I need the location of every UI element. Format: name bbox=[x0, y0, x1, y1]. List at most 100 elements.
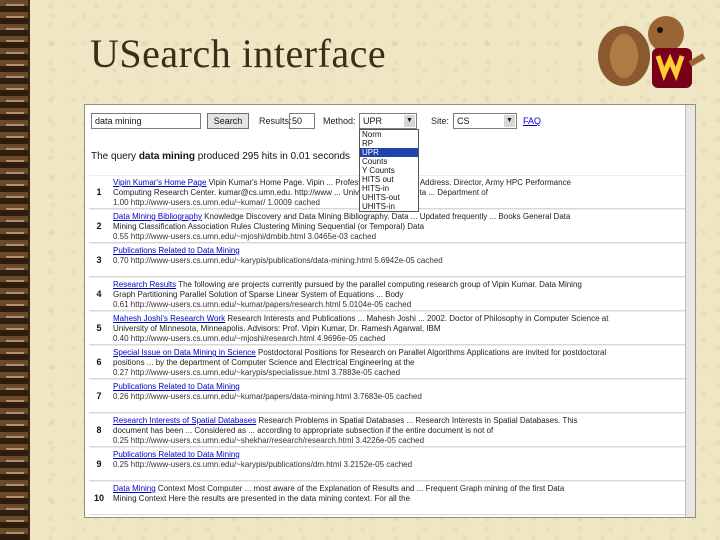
result-body: Mahesh Joshi's Research Work Research In… bbox=[113, 314, 679, 344]
result-row: 2 Data Mining Bibliography Knowledge Disc… bbox=[89, 209, 685, 243]
result-body: Research Interests of Spatial Databases … bbox=[113, 416, 679, 446]
result-number: 10 bbox=[93, 493, 104, 503]
results-summary: The query data mining produced 295 hits … bbox=[91, 151, 350, 162]
query-input[interactable]: data mining bbox=[91, 113, 201, 129]
result-snippet: Research Interests and Publications ... … bbox=[227, 314, 609, 323]
result-line-1: Research Results The following are proje… bbox=[113, 280, 679, 290]
result-title-link[interactable]: Mahesh Joshi's Research Work bbox=[113, 314, 225, 323]
method-option-selected[interactable]: UPR bbox=[360, 148, 418, 157]
method-option[interactable]: UHITS-out bbox=[360, 193, 418, 202]
results-list: 1 Vipin Kumar's Home Page Vipin Kumar's H… bbox=[89, 175, 685, 515]
result-title-link[interactable]: Publications Related to Data Mining bbox=[113, 246, 240, 255]
spiral-binding bbox=[0, 0, 30, 540]
result-title-link[interactable]: Publications Related to Data Mining bbox=[113, 382, 240, 391]
result-number: 3 bbox=[96, 255, 102, 265]
chevron-down-icon[interactable]: ▼ bbox=[504, 115, 515, 127]
site-value: CS bbox=[457, 116, 470, 126]
result-number: 8 bbox=[96, 425, 102, 435]
scrollbar[interactable] bbox=[685, 105, 695, 517]
result-line-1: Mahesh Joshi's Research Work Research In… bbox=[113, 314, 679, 324]
result-snippet-2: document has been ... Considered as ... … bbox=[113, 426, 494, 435]
result-meta: 0.61 http://www-users.cs.umn.edu/~kumar/… bbox=[113, 300, 412, 309]
chevron-down-icon[interactable]: ▼ bbox=[404, 115, 415, 127]
summary-prefix: The query bbox=[91, 151, 137, 162]
method-value: UPR bbox=[363, 116, 383, 126]
result-body: Data Mining Bibliography Knowledge Disco… bbox=[113, 212, 679, 242]
result-number: 7 bbox=[96, 391, 102, 401]
result-row: 9 Publications Related to Data Mining 0.2… bbox=[89, 447, 685, 481]
result-line-1: Research Interests of Spatial Databases … bbox=[113, 416, 679, 426]
result-body: Publications Related to Data Mining 0.70… bbox=[113, 246, 679, 266]
result-number: 1 bbox=[96, 187, 102, 197]
result-body: Publications Related to Data Mining 0.25… bbox=[113, 450, 679, 470]
result-title-link[interactable]: Data Mining Bibliography bbox=[113, 212, 202, 221]
result-title-link[interactable]: Data Mining bbox=[113, 484, 156, 493]
site-select[interactable]: CS ▼ bbox=[453, 113, 517, 129]
method-option[interactable]: RP bbox=[360, 139, 418, 148]
result-meta: 0.55 http://www-users.cs.umn.edu/~mjoshi… bbox=[113, 232, 377, 241]
faq-link[interactable]: FAQ bbox=[523, 113, 541, 129]
result-meta: 0.26 http://www-users.cs.umn.edu/~kumar/… bbox=[113, 392, 422, 401]
result-body: Data Mining Context Most Computer ... mo… bbox=[113, 484, 679, 504]
result-title-link[interactable]: Vipin Kumar's Home Page bbox=[113, 178, 206, 187]
result-snippet: Knowledge Discovery and Data Mining Bibl… bbox=[204, 212, 571, 221]
result-snippet-2: Mining Classification Association Rules … bbox=[113, 222, 425, 231]
method-option[interactable]: HITS-in bbox=[360, 184, 418, 193]
result-line-1: Publications Related to Data Mining bbox=[113, 382, 679, 392]
result-snippet: Postdoctoral Positions for Research on P… bbox=[257, 348, 607, 357]
result-meta: 0.70 http://www-users.cs.umn.edu/~karypi… bbox=[113, 256, 443, 265]
method-option[interactable]: Y Counts bbox=[360, 166, 418, 175]
method-option[interactable]: Counts bbox=[360, 157, 418, 166]
result-row: 7 Publications Related to Data Mining 0.2… bbox=[89, 379, 685, 413]
result-row: 5 Mahesh Joshi's Research Work Research I… bbox=[89, 311, 685, 345]
method-label: Method: bbox=[323, 116, 356, 126]
results-input[interactable]: 50 bbox=[289, 113, 315, 129]
result-line-1: Special Issue on Data Mining in Science … bbox=[113, 348, 679, 358]
gopher-mascot-icon bbox=[598, 16, 706, 88]
result-line-1: Publications Related to Data Mining bbox=[113, 450, 679, 460]
result-number: 6 bbox=[96, 357, 102, 367]
method-option[interactable]: HITS out bbox=[360, 175, 418, 184]
results-label: Results: bbox=[259, 116, 292, 126]
result-row: 3 Publications Related to Data Mining 0.7… bbox=[89, 243, 685, 277]
result-body: Publications Related to Data Mining 0.26… bbox=[113, 382, 679, 402]
result-number: 4 bbox=[96, 289, 102, 299]
result-line-1: Data Mining Context Most Computer ... mo… bbox=[113, 484, 679, 494]
result-title-link[interactable]: Research Results bbox=[113, 280, 176, 289]
result-snippet-2: University of Minnesota, Minneapolis. Ad… bbox=[113, 324, 441, 333]
result-number: 2 bbox=[96, 221, 102, 231]
result-row: 8 Research Interests of Spatial Databases… bbox=[89, 413, 685, 447]
result-snippet-2: Mining Context Here the results are pres… bbox=[113, 494, 411, 503]
result-meta: 0.27 http://www-users.cs.umn.edu/~karypi… bbox=[113, 368, 401, 377]
result-meta: 0.40 http://www-users.cs.umn.edu/~mjoshi… bbox=[113, 334, 386, 343]
result-line-1: Data Mining Bibliography Knowledge Disco… bbox=[113, 212, 679, 222]
result-snippet-2: Graph Partitioning Parallel Solution of … bbox=[113, 290, 404, 299]
result-line-1: Publications Related to Data Mining bbox=[113, 246, 679, 256]
result-number: 5 bbox=[96, 323, 102, 333]
method-dropdown: Norm RP UPR Counts Y Counts HITS out HIT… bbox=[359, 129, 419, 212]
result-snippet: Context Most Computer ... most aware of … bbox=[157, 484, 565, 493]
search-screenshot: data mining Search Results: 50 Method: U… bbox=[84, 104, 696, 518]
site-label: Site: bbox=[431, 116, 450, 126]
result-meta: 0.25 http://www-users.cs.umn.edu/~shekha… bbox=[113, 436, 425, 445]
result-body: Research Results The following are proje… bbox=[113, 280, 679, 310]
summary-query: data mining bbox=[138, 151, 195, 162]
result-row: 6 Special Issue on Data Mining in Science… bbox=[89, 345, 685, 379]
result-title-link[interactable]: Publications Related to Data Mining bbox=[113, 450, 240, 459]
result-meta: 0.25 http://www-users.cs.umn.edu/~karypi… bbox=[113, 460, 413, 469]
result-row: 10 Data Mining Context Most Computer ... … bbox=[89, 481, 685, 515]
result-snippet: Research Problems in Spatial Databases .… bbox=[258, 416, 578, 425]
result-title-link[interactable]: Research Interests of Spatial Databases bbox=[113, 416, 256, 425]
method-option[interactable]: UHITS-in bbox=[360, 202, 418, 211]
result-snippet: The following are projects currently pur… bbox=[178, 280, 582, 289]
method-select[interactable]: UPR ▼ bbox=[359, 113, 417, 129]
result-number: 9 bbox=[96, 459, 102, 469]
result-title-link[interactable]: Special Issue on Data Mining in Science bbox=[113, 348, 256, 357]
result-body: Special Issue on Data Mining in Science … bbox=[113, 348, 679, 378]
slide-title: USearch interface bbox=[90, 31, 387, 76]
method-option[interactable]: Norm bbox=[360, 130, 418, 139]
result-snippet-2: positions ... by the department of Compu… bbox=[113, 358, 415, 367]
search-button[interactable]: Search bbox=[207, 113, 249, 129]
result-row: 4 Research Results The following are proj… bbox=[89, 277, 685, 311]
summary-suffix: produced 295 hits in 0.01 seconds bbox=[197, 151, 351, 162]
